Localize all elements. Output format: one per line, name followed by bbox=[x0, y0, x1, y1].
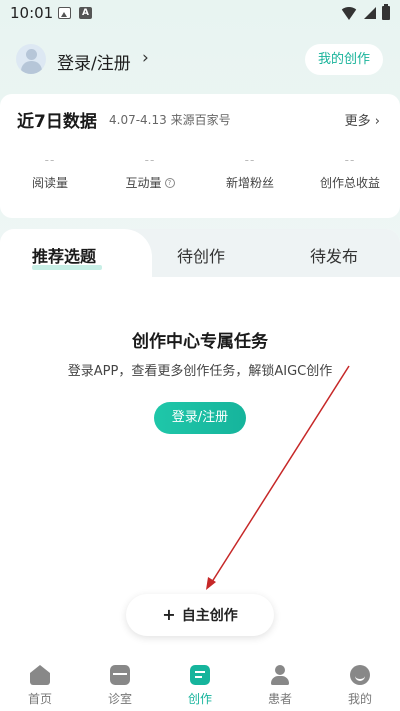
status-bar: 10:01 A bbox=[0, 0, 400, 28]
nav-patient[interactable]: 患者 bbox=[240, 659, 320, 711]
stat-label: 互动量 bbox=[125, 176, 162, 190]
avatar[interactable] bbox=[16, 44, 46, 74]
self-create-label: 自主创作 bbox=[181, 608, 238, 624]
nav-label: 患者 bbox=[267, 692, 292, 706]
stat-value: -- bbox=[244, 153, 256, 167]
stat-value: -- bbox=[344, 153, 356, 167]
self-create-button[interactable]: + 自主创作 bbox=[126, 594, 274, 636]
nav-label: 我的 bbox=[347, 692, 372, 706]
wifi-icon bbox=[340, 6, 358, 20]
stat-label: 阅读量 bbox=[31, 176, 68, 190]
stat-value: -- bbox=[144, 153, 156, 167]
a-notification-icon: A bbox=[79, 7, 92, 19]
avatar-head-icon bbox=[26, 49, 37, 60]
gallery-notification-icon bbox=[58, 7, 71, 19]
task-title: 创作中心专属任务 bbox=[132, 332, 268, 352]
chevron-right-icon[interactable]: › bbox=[142, 48, 149, 68]
nav-home[interactable]: 首页 bbox=[0, 659, 80, 711]
status-time: 10:01 bbox=[10, 4, 54, 22]
avatar-body-icon bbox=[21, 61, 42, 74]
bottom-nav: 首页 诊室 创作 患者 我的 bbox=[0, 659, 400, 711]
nav-clinic[interactable]: 诊室 bbox=[80, 659, 160, 711]
header: 登录/注册 › 我的创作 bbox=[0, 40, 400, 84]
home-icon bbox=[30, 665, 50, 685]
nav-label: 诊室 bbox=[107, 692, 132, 706]
stat-value: -- bbox=[44, 153, 56, 167]
clinic-icon bbox=[110, 665, 130, 685]
help-icon[interactable]: ? bbox=[164, 177, 175, 188]
my-creation-button[interactable]: 我的创作 bbox=[305, 44, 383, 75]
profile-icon bbox=[350, 665, 370, 685]
nav-label: 创作 bbox=[187, 692, 212, 706]
tab-recommended-topics[interactable]: 推荐选题 bbox=[32, 243, 96, 267]
stat-label: 创作总收益 bbox=[319, 176, 380, 190]
login-register-link[interactable]: 登录/注册 bbox=[57, 49, 131, 74]
more-link[interactable]: 更多 › bbox=[345, 110, 380, 129]
nav-label: 首页 bbox=[27, 692, 52, 706]
patient-icon bbox=[270, 665, 290, 685]
tab-to-create[interactable]: 待创作 bbox=[177, 243, 225, 267]
stats-row: -- 阅读量 -- 互动量? -- 新增粉丝 -- 创作总收益 bbox=[0, 154, 400, 191]
stat-label: 新增粉丝 bbox=[225, 176, 274, 190]
task-description: 登录APP，查看更多创作任务，解锁AIGC创作 bbox=[67, 364, 333, 379]
data-card-range: 4.07-4.13 来源百家号 bbox=[109, 113, 231, 127]
nav-create[interactable]: 创作 bbox=[160, 659, 240, 711]
tab-bar: 推荐选题 待创作 待发布 bbox=[0, 229, 400, 277]
tab-to-publish[interactable]: 待发布 bbox=[310, 243, 358, 267]
plus-icon: + bbox=[162, 605, 176, 624]
data-card-title: 近7日数据 bbox=[17, 112, 97, 132]
stat-interactions[interactable]: -- 互动量? bbox=[100, 154, 200, 191]
nav-profile[interactable]: 我的 bbox=[320, 659, 400, 711]
stat-total-earnings[interactable]: -- 创作总收益 bbox=[300, 154, 400, 191]
signal-icon bbox=[364, 7, 376, 19]
battery-icon bbox=[382, 4, 390, 20]
data-card: 近7日数据 4.07-4.13 来源百家号 更多 › -- 阅读量 -- 互动量… bbox=[0, 94, 400, 218]
stat-new-fans[interactable]: -- 新增粉丝 bbox=[200, 154, 300, 191]
task-login-button[interactable]: 登录/注册 bbox=[154, 402, 246, 434]
create-icon bbox=[190, 665, 210, 685]
stat-reads[interactable]: -- 阅读量 bbox=[0, 154, 100, 191]
